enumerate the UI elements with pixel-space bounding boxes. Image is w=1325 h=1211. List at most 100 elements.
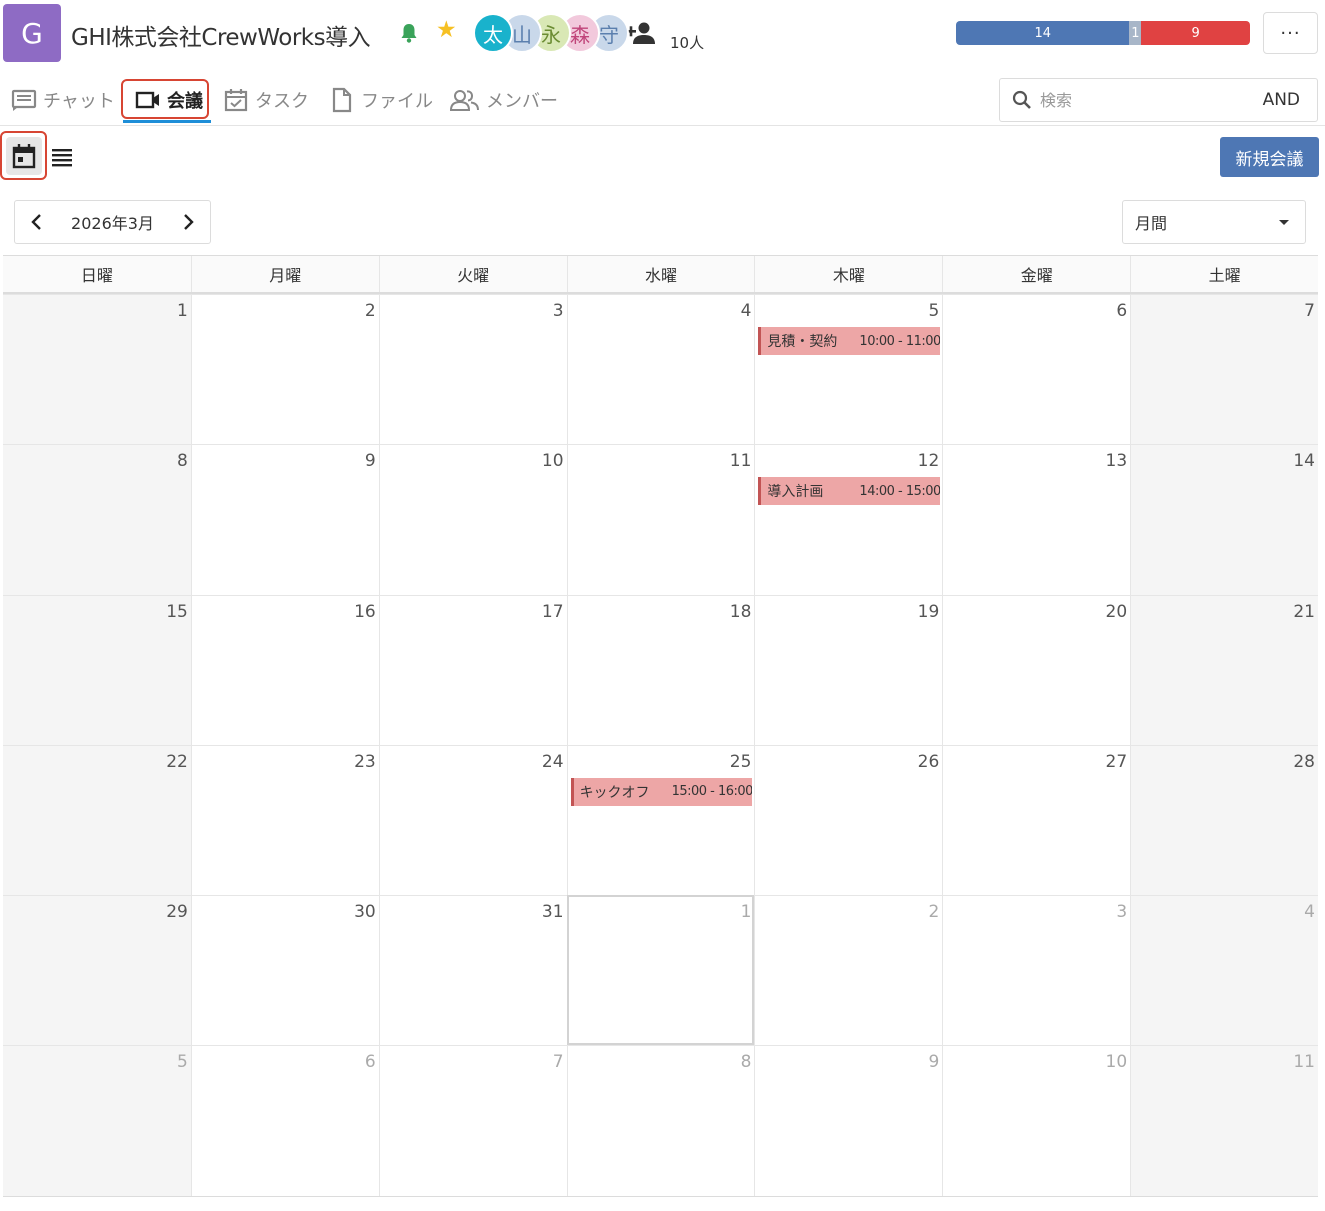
weekday-label: 火曜 bbox=[378, 256, 567, 292]
task-icon bbox=[224, 89, 248, 112]
calendar-day-cell[interactable]: 6 bbox=[190, 1045, 379, 1196]
bell-icon[interactable] bbox=[399, 22, 419, 44]
day-number: 6 bbox=[1116, 301, 1128, 321]
day-number: 12 bbox=[917, 451, 940, 472]
meeting-event[interactable]: 導入計画 14:00 - 15:00 bbox=[758, 477, 941, 506]
calendar-day-cell[interactable]: 3 bbox=[942, 895, 1131, 1046]
list-view-button[interactable] bbox=[50, 145, 74, 169]
day-number: 29 bbox=[166, 902, 188, 923]
calendar-day-cell[interactable]: 24 bbox=[378, 744, 567, 896]
progress-segment: 14 bbox=[956, 21, 1130, 45]
calendar-day-cell[interactable]: 9 bbox=[754, 1045, 943, 1196]
calendar-day-cell[interactable]: 6 bbox=[942, 294, 1131, 445]
calendar-day-cell[interactable]: 23 bbox=[190, 744, 379, 896]
calendar-day-cell[interactable]: 29 bbox=[3, 895, 191, 1046]
calendar-icon bbox=[12, 143, 35, 168]
day-number: 21 bbox=[1293, 601, 1315, 622]
project-title: GHI株式会社CrewWorks導入 bbox=[71, 25, 371, 51]
calendar-day-cell[interactable]: 5 見積・契約 10:00 - 11:00 bbox=[754, 294, 943, 445]
day-number: 1 bbox=[177, 301, 188, 321]
tab-chat[interactable]: チャット bbox=[11, 84, 115, 116]
calendar-day-cell[interactable]: 15 bbox=[3, 594, 191, 745]
calendar-day-cell[interactable]: 25 キックオフ 15:00 - 16:00 bbox=[566, 744, 755, 896]
day-number: 10 bbox=[541, 451, 564, 472]
day-number: 5 bbox=[928, 301, 940, 321]
day-number: 8 bbox=[740, 1052, 752, 1073]
search-box[interactable]: AND bbox=[999, 78, 1318, 122]
calendar-day-cell[interactable]: 12 導入計画 14:00 - 15:00 bbox=[754, 444, 943, 595]
more-menu-button[interactable]: ··· bbox=[1263, 12, 1318, 54]
calendar-day-cell[interactable]: 8 bbox=[3, 444, 191, 595]
calendar-day-cell[interactable]: 30 bbox=[190, 895, 379, 1046]
calendar-day-cell[interactable]: 5 bbox=[3, 1045, 191, 1196]
caret-down-icon bbox=[1279, 220, 1289, 225]
period-select[interactable]: 月間 bbox=[1122, 200, 1306, 244]
tab-members[interactable]: メンバー bbox=[450, 84, 558, 116]
meeting-title: 見積・契約 bbox=[767, 334, 838, 350]
calendar-day-cell[interactable]: 4 bbox=[1130, 895, 1318, 1046]
avatar[interactable]: 太 bbox=[473, 13, 513, 53]
day-number: 7 bbox=[552, 1052, 564, 1073]
calendar-day-cell[interactable]: 7 bbox=[378, 1045, 567, 1196]
calendar-day-cell[interactable]: 1 bbox=[566, 895, 755, 1046]
tab-highlight-box bbox=[121, 79, 209, 119]
progress-segment: 1 bbox=[1129, 21, 1142, 45]
task-progress-bar[interactable]: 14 1 9 bbox=[956, 21, 1250, 45]
calendar-day-cell[interactable]: 14 bbox=[1130, 444, 1318, 595]
calendar-day-cell[interactable]: 17 bbox=[378, 594, 567, 745]
calendar-day-cell[interactable]: 10 bbox=[942, 1045, 1131, 1196]
calendar-day-cell[interactable]: 22 bbox=[3, 744, 191, 896]
day-number: 2 bbox=[928, 902, 940, 923]
day-number: 3 bbox=[1116, 902, 1128, 923]
day-number: 17 bbox=[541, 601, 564, 622]
meeting-event[interactable]: 見積・契約 10:00 - 11:00 bbox=[758, 327, 941, 355]
calendar-day-cell[interactable]: 8 bbox=[566, 1045, 755, 1196]
day-number: 6 bbox=[364, 1052, 376, 1073]
calendar-day-cell[interactable]: 31 bbox=[378, 895, 567, 1046]
meeting-event[interactable]: キックオフ 15:00 - 16:00 bbox=[570, 777, 753, 806]
project-tabs: チャット 会議 タスク ファイル メンバー 検索 AND bbox=[0, 76, 1325, 126]
tab-chat-label: チャット bbox=[43, 91, 115, 112]
day-number: 20 bbox=[1105, 601, 1128, 622]
calendar-day-cell[interactable]: 2 bbox=[754, 895, 943, 1046]
tab-files[interactable]: ファイル bbox=[329, 84, 433, 116]
day-number: 11 bbox=[729, 451, 752, 472]
day-number: 3 bbox=[552, 301, 564, 321]
calendar-day-cell[interactable]: 10 bbox=[378, 444, 567, 595]
project-logo[interactable]: G bbox=[3, 4, 61, 62]
calendar-day-cell[interactable]: 19 bbox=[754, 594, 943, 745]
calendar-day-cell[interactable]: 13 bbox=[942, 444, 1131, 595]
prev-month-button[interactable] bbox=[15, 201, 59, 243]
calendar-day-cell[interactable]: 4 bbox=[566, 294, 755, 445]
calendar-day-cell[interactable]: 7 bbox=[1130, 294, 1318, 445]
calendar-day-cell[interactable]: 11 bbox=[1130, 1045, 1318, 1196]
calendar-day-cell[interactable]: 1 bbox=[3, 294, 191, 445]
calendar-day-cell[interactable]: 9 bbox=[190, 444, 379, 595]
calendar-day-cell[interactable]: 3 bbox=[378, 294, 567, 445]
calendar-day-cell[interactable]: 20 bbox=[942, 594, 1131, 745]
new-meeting-button[interactable]: 新規会議 bbox=[1220, 137, 1319, 177]
calendar-day-cell[interactable]: 18 bbox=[566, 594, 755, 745]
calendar-day-cell[interactable]: 2 bbox=[190, 294, 379, 445]
progress-segment: 9 bbox=[1141, 21, 1250, 45]
chat-icon bbox=[11, 89, 37, 111]
calendar-day-cell[interactable]: 26 bbox=[754, 744, 943, 896]
chevron-left-icon bbox=[31, 214, 41, 230]
calendar-day-cell[interactable]: 27 bbox=[942, 744, 1131, 896]
next-month-button[interactable] bbox=[166, 201, 210, 243]
search-mode-toggle[interactable]: AND bbox=[1263, 90, 1300, 110]
calendar-day-cell[interactable]: 21 bbox=[1130, 594, 1318, 745]
calendar-view-button[interactable] bbox=[0, 131, 47, 180]
search-input[interactable] bbox=[1040, 90, 1240, 110]
day-number: 26 bbox=[917, 751, 940, 772]
calendar-day-cell[interactable]: 11 bbox=[566, 444, 755, 595]
meeting-time: 15:00 - 16:00 bbox=[671, 784, 753, 800]
month-navigator: 2026年3月 bbox=[14, 200, 211, 244]
calendar-day-cell[interactable]: 28 bbox=[1130, 744, 1318, 896]
weekday-label: 土曜 bbox=[1130, 256, 1318, 292]
tab-tasks[interactable]: タスク bbox=[223, 84, 309, 116]
star-icon[interactable]: ★ bbox=[436, 19, 457, 42]
add-member-icon[interactable] bbox=[624, 16, 658, 50]
calendar-day-cell[interactable]: 16 bbox=[190, 594, 379, 745]
day-number: 14 bbox=[1293, 451, 1315, 472]
